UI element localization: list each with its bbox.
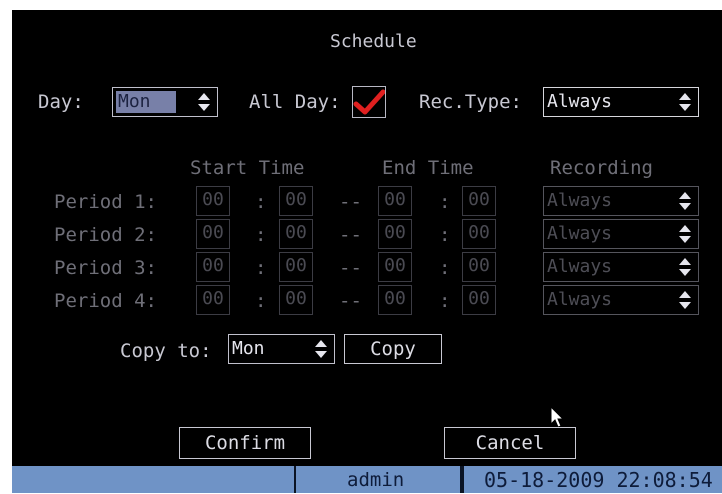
start-minute-field[interactable]: 00 <box>279 186 313 216</box>
up-down-arrow-icon <box>679 258 692 276</box>
checkmark-icon <box>353 89 385 115</box>
end-minute-field[interactable]: 00 <box>462 252 496 282</box>
period-recording-select[interactable]: Always <box>543 285 699 315</box>
up-down-arrow-icon <box>679 93 692 111</box>
status-datetime: 05-18-2009 22:08:54 <box>460 466 722 493</box>
start-hour-field[interactable]: 00 <box>196 285 230 315</box>
range-separator: -- <box>339 257 362 279</box>
cancel-button[interactable]: Cancel <box>444 427 576 459</box>
dialog-title: Schedule <box>330 31 417 52</box>
day-select-value: Mon <box>118 91 151 112</box>
time-colon: : <box>255 257 267 279</box>
start-minute-field[interactable]: 00 <box>279 219 313 249</box>
period-label: Period 4: <box>54 290 157 312</box>
copy-button[interactable]: Copy <box>344 334 442 364</box>
time-colon: : <box>439 257 451 279</box>
end-hour-field[interactable]: 00 <box>378 285 412 315</box>
copy-to-value: Mon <box>232 338 265 359</box>
time-colon: : <box>255 191 267 213</box>
confirm-button[interactable]: Confirm <box>179 427 311 459</box>
schedule-dialog: Schedule Day: Mon All Day: Rec.Type: Alw… <box>12 10 722 466</box>
period-recording-value: Always <box>547 256 613 277</box>
all-day-label: All Day: <box>249 91 341 113</box>
period-label: Period 1: <box>54 191 157 213</box>
range-separator: -- <box>339 290 362 312</box>
end-minute-field[interactable]: 00 <box>462 186 496 216</box>
period-recording-select[interactable]: Always <box>543 186 699 216</box>
start-hour-field[interactable]: 00 <box>196 219 230 249</box>
end-hour-field[interactable]: 00 <box>378 252 412 282</box>
status-bar: admin 05-18-2009 22:08:54 <box>12 466 722 493</box>
end-minute-field[interactable]: 00 <box>462 219 496 249</box>
period-label: Period 2: <box>54 224 157 246</box>
copy-to-select[interactable]: Mon <box>228 334 335 364</box>
start-minute-field[interactable]: 00 <box>279 285 313 315</box>
up-down-arrow-icon <box>315 340 328 358</box>
period-label: Period 3: <box>54 257 157 279</box>
time-colon: : <box>439 191 451 213</box>
up-down-arrow-icon <box>679 192 692 210</box>
recording-header: Recording <box>550 157 653 179</box>
time-colon: : <box>255 290 267 312</box>
time-colon: : <box>439 290 451 312</box>
start-minute-field[interactable]: 00 <box>279 252 313 282</box>
start-hour-field[interactable]: 00 <box>196 252 230 282</box>
copy-to-label: Copy to: <box>120 340 212 362</box>
period-recording-select[interactable]: Always <box>543 219 699 249</box>
period-recording-value: Always <box>547 223 613 244</box>
up-down-arrow-icon <box>679 291 692 309</box>
day-label: Day: <box>38 91 84 113</box>
start-hour-field[interactable]: 00 <box>196 186 230 216</box>
start-time-header: Start Time <box>190 157 305 179</box>
end-hour-field[interactable]: 00 <box>378 219 412 249</box>
end-minute-field[interactable]: 00 <box>462 285 496 315</box>
range-separator: -- <box>339 191 362 213</box>
end-time-header: End Time <box>382 157 474 179</box>
day-select[interactable]: Mon <box>112 87 218 117</box>
status-datetime-value: 05-18-2009 22:08:54 <box>484 468 713 492</box>
time-colon: : <box>439 224 451 246</box>
period-recording-value: Always <box>547 289 613 310</box>
end-hour-field[interactable]: 00 <box>378 186 412 216</box>
range-separator: -- <box>339 224 362 246</box>
up-down-arrow-icon <box>679 225 692 243</box>
up-down-arrow-icon <box>198 93 211 111</box>
status-user: admin <box>294 466 460 493</box>
all-day-checkbox[interactable] <box>352 86 386 118</box>
rec-type-label: Rec.Type: <box>419 91 522 113</box>
period-recording-select[interactable]: Always <box>543 252 699 282</box>
period-recording-value: Always <box>547 190 613 211</box>
rec-type-value: Always <box>547 91 613 112</box>
status-user-name: admin <box>347 469 405 491</box>
time-colon: : <box>255 224 267 246</box>
status-segment-left <box>12 466 294 493</box>
rec-type-select[interactable]: Always <box>543 87 699 117</box>
